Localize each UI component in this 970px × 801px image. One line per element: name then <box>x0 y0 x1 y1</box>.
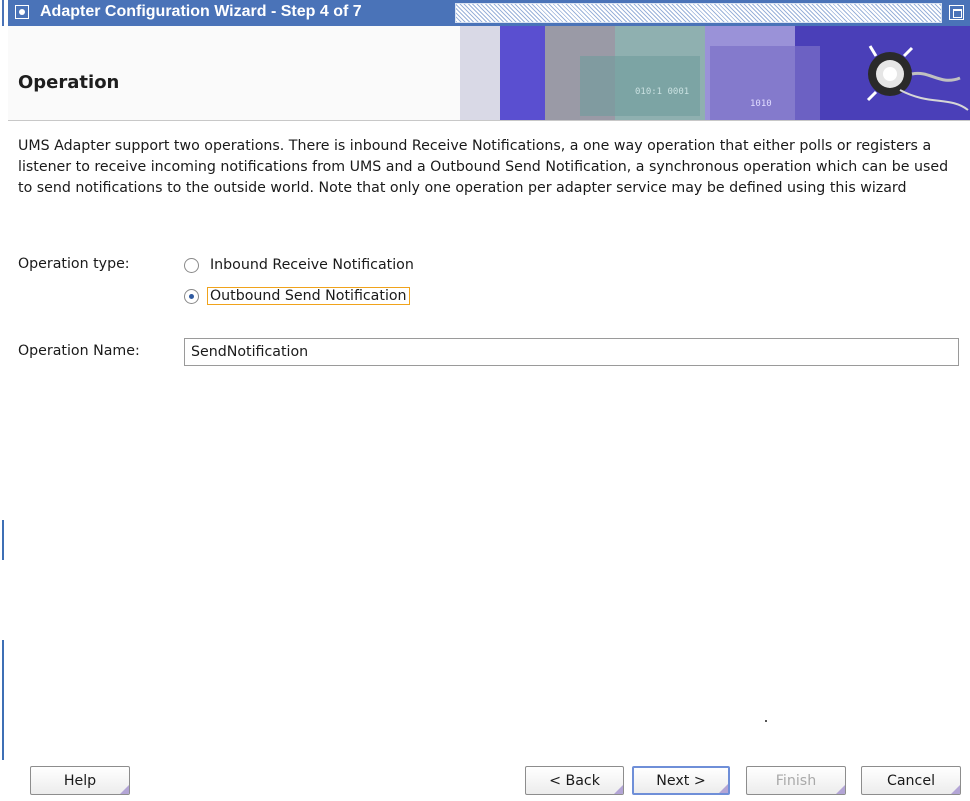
window-menu-icon[interactable] <box>15 5 29 19</box>
back-button[interactable]: < Back <box>525 766 624 795</box>
operation-description: UMS Adapter support two operations. Ther… <box>18 138 949 196</box>
title-bar-grip[interactable] <box>455 3 942 23</box>
header-banner-image: 010:1 0001 1010 <box>460 26 970 120</box>
operation-type-label: Operation type: <box>18 256 130 272</box>
next-button[interactable]: Next > <box>632 766 730 795</box>
cancel-button[interactable]: Cancel <box>861 766 961 795</box>
maximize-icon[interactable] <box>949 5 964 20</box>
svg-text:1010: 1010 <box>750 99 772 109</box>
radio-inbound-receive[interactable]: Inbound Receive Notification <box>184 256 417 274</box>
help-button[interactable]: Help <box>30 766 130 795</box>
window-left-edge <box>0 0 8 801</box>
radio-outbound-send[interactable]: Outbound Send Notification <box>184 287 410 305</box>
title-bar[interactable]: Adapter Configuration Wizard - Step 4 of… <box>8 0 970 26</box>
svg-text:010:1 0001: 010:1 0001 <box>635 87 689 97</box>
window-title: Adapter Configuration Wizard - Step 4 of… <box>40 3 362 20</box>
operation-name-input[interactable] <box>184 338 959 366</box>
radio-inbound-label[interactable]: Inbound Receive Notification <box>207 256 417 274</box>
operation-name-label: Operation Name: <box>18 343 140 359</box>
wizard-header: Operation 010:1 0001 1010 <box>8 26 970 121</box>
radio-button-icon[interactable] <box>184 257 199 273</box>
radio-button-selected-icon[interactable] <box>184 288 199 304</box>
stray-dot <box>765 720 767 722</box>
page-title: Operation <box>18 72 120 93</box>
radio-outbound-label[interactable]: Outbound Send Notification <box>207 287 410 305</box>
finish-button[interactable]: Finish <box>746 766 846 795</box>
wizard-window: Adapter Configuration Wizard - Step 4 of… <box>8 0 970 801</box>
